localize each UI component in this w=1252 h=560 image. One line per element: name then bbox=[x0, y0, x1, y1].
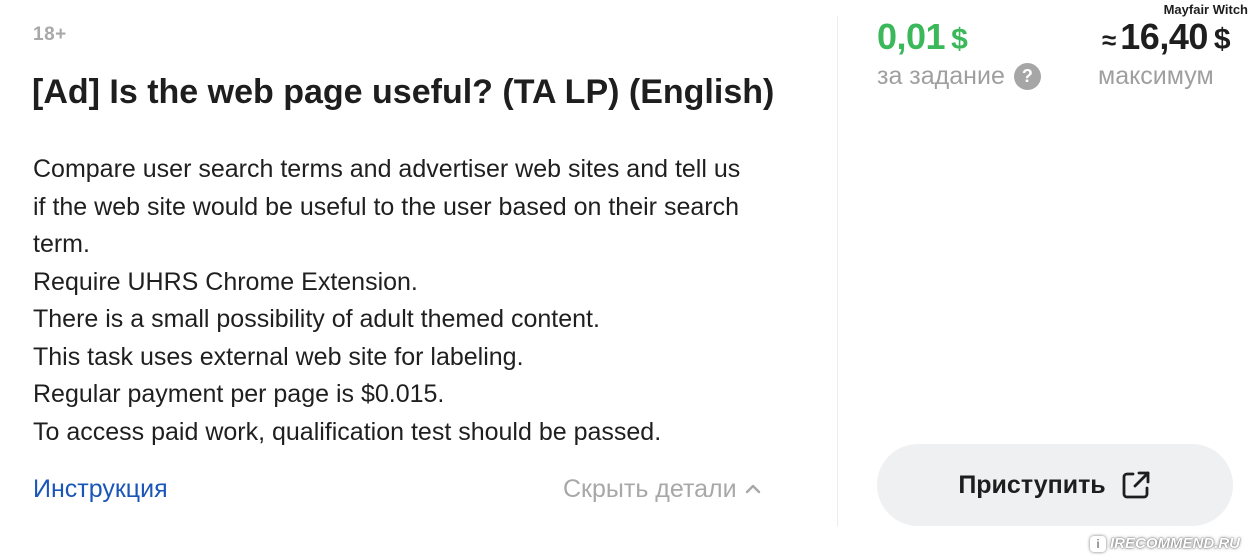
column-divider bbox=[837, 16, 838, 526]
max-earnings-caption: максимум bbox=[1098, 62, 1214, 90]
age-rating-badge: 18+ bbox=[33, 24, 67, 45]
max-earnings-currency: $ bbox=[1213, 23, 1231, 56]
max-earnings: ≈16,40 $ bbox=[1102, 16, 1231, 58]
description-line: Require UHRS Chrome Extension. bbox=[33, 267, 418, 296]
task-title: [Ad] Is the web page useful? (TA LP) (En… bbox=[32, 73, 775, 111]
site-watermark-text: IRECOMMEND.RU bbox=[1110, 535, 1240, 552]
description-line: To access paid work, qualification test … bbox=[33, 417, 662, 446]
start-task-label: Приступить bbox=[958, 470, 1106, 499]
task-card: 18+ [Ad] Is the web page useful? (TA LP)… bbox=[0, 0, 1252, 560]
hide-details-label: Скрыть детали bbox=[563, 475, 737, 503]
instruction-link[interactable]: Инструкция bbox=[33, 473, 168, 505]
reward-per-task-currency: $ bbox=[951, 23, 968, 56]
external-link-icon bbox=[1122, 471, 1150, 499]
author-watermark: Mayfair Witch bbox=[1163, 2, 1248, 17]
reward-per-task: 0,01 $ bbox=[877, 16, 968, 58]
reward-per-task-caption: за задание bbox=[877, 62, 1005, 90]
task-description: Compare user search terms and advertiser… bbox=[33, 151, 803, 451]
max-earnings-value: 16,40 bbox=[1120, 16, 1208, 57]
site-watermark: i IRECOMMEND.RU bbox=[1090, 535, 1240, 552]
question-circle-icon[interactable]: ? bbox=[1013, 63, 1041, 90]
description-line: if the web site would be useful to the u… bbox=[33, 192, 739, 221]
reward-per-task-caption-row: за задание ? bbox=[877, 62, 1041, 91]
description-line: term. bbox=[33, 230, 90, 258]
reward-per-task-value: 0,01 bbox=[877, 16, 946, 57]
start-task-button[interactable]: Приступить bbox=[877, 444, 1233, 526]
approx-sign: ≈ bbox=[1102, 25, 1117, 55]
irecommend-logo-icon: i bbox=[1090, 535, 1106, 552]
hide-details-toggle[interactable]: Скрыть детали bbox=[563, 473, 761, 505]
description-line: Compare user search terms and advertiser… bbox=[33, 155, 741, 183]
description-line: There is a small possibility of adult th… bbox=[33, 305, 600, 333]
description-line: This task uses external web site for lab… bbox=[33, 342, 524, 371]
description-line: Regular payment per page is $0.015. bbox=[33, 380, 445, 408]
chevron-up-icon bbox=[745, 484, 760, 494]
